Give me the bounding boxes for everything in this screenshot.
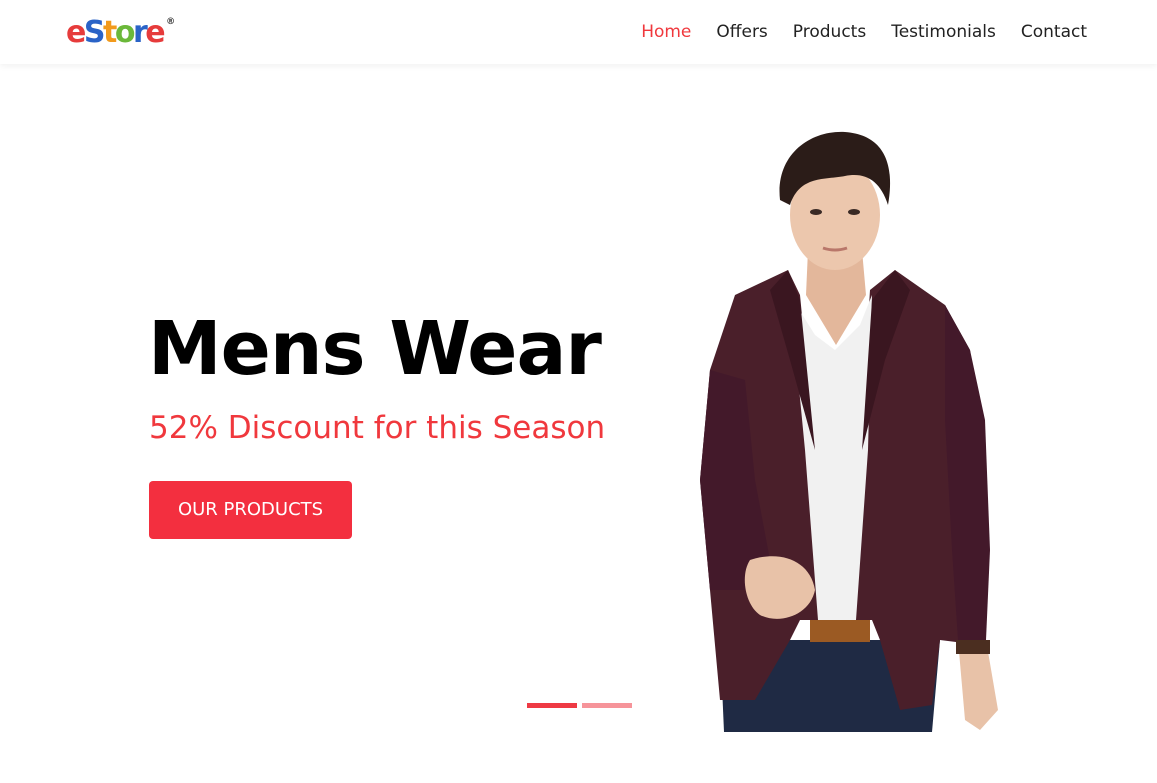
hero-subtitle: 52% Discount for this Season [149, 410, 606, 446]
carousel-indicators [527, 703, 632, 708]
nav-products[interactable]: Products [793, 19, 866, 45]
nav-offers[interactable]: Offers [716, 19, 767, 45]
left-eye [810, 209, 822, 215]
hero-title: Mens Wear [148, 306, 602, 392]
watch [956, 640, 990, 654]
logo-letter: S [83, 15, 106, 50]
registered-mark: ® [166, 17, 176, 27]
logo-letter: e [145, 15, 165, 50]
right-eye [848, 209, 860, 215]
model-in-blazer-photo [700, 131, 998, 732]
our-products-button[interactable]: OUR PRODUCTS [149, 481, 352, 539]
nav-testimonials[interactable]: Testimonials [891, 19, 996, 45]
estore-logo[interactable]: eStore ® [66, 15, 175, 51]
carousel-indicator-2[interactable] [582, 703, 632, 708]
nav-home[interactable]: Home [641, 19, 691, 45]
nav-contact[interactable]: Contact [1021, 19, 1087, 45]
site-header: eStore ® Home Offers Products Testimonial… [0, 0, 1157, 64]
logo-letter: e [66, 15, 86, 50]
belt [810, 620, 870, 642]
carousel-indicator-1[interactable] [527, 703, 577, 708]
logo-letter: t [102, 15, 117, 50]
main-nav: Home Offers Products Testimonials Contac… [616, 19, 1087, 45]
logo-letter: r [132, 15, 148, 50]
logo-letter: o [114, 15, 136, 50]
